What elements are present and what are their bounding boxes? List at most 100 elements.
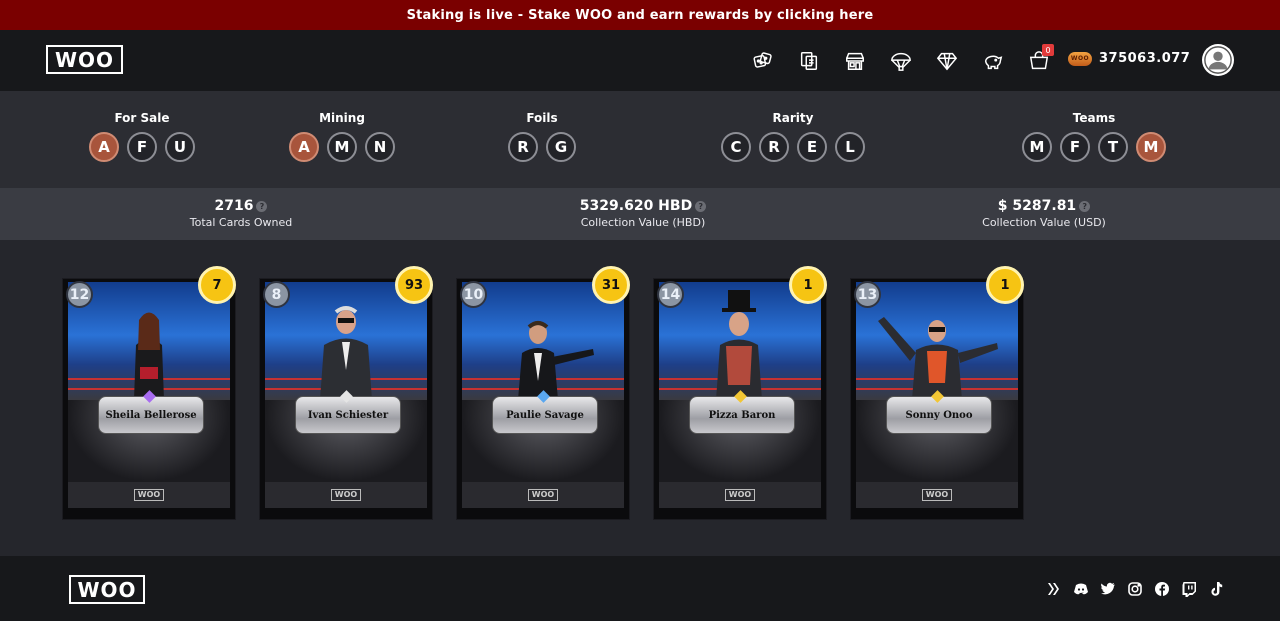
- name-plate: Pizza Baron: [689, 396, 795, 434]
- card-footer: WOO: [462, 482, 624, 508]
- instagram-icon[interactable]: [1126, 580, 1143, 597]
- filter-title: Teams: [1072, 111, 1116, 125]
- twitter-icon[interactable]: [1099, 580, 1116, 597]
- card-item[interactable]: WOO Pizza Baron 14 1: [653, 266, 827, 520]
- stat-value: 2716: [214, 198, 254, 214]
- card-footer: WOO: [265, 482, 427, 508]
- filter-mining-not-mining[interactable]: N: [365, 132, 395, 162]
- hive-icon[interactable]: [1045, 580, 1062, 597]
- header: WOO 0 WOO 375063.077: [0, 30, 1280, 91]
- stat-value: 5329.620 HBD: [579, 198, 693, 214]
- card-brand-logo: WOO: [330, 489, 362, 501]
- card-brand-logo: WOO: [133, 489, 165, 501]
- help-icon[interactable]: ?: [256, 200, 268, 212]
- card-level: 8: [263, 281, 290, 308]
- filter-rarity-common[interactable]: C: [721, 132, 751, 162]
- card-level: 14: [657, 281, 684, 308]
- card-item[interactable]: WOO Paulie Savage 10 31: [456, 266, 630, 520]
- filter-for-sale-all[interactable]: A: [89, 132, 119, 162]
- card-name: Sonny Onoo: [905, 409, 973, 421]
- woo-logo-footer[interactable]: WOO: [69, 575, 145, 604]
- filter-teams-3[interactable]: T: [1098, 132, 1128, 162]
- stat-collection-usd: $ 5287.81? Collection Value (USD): [972, 198, 1116, 229]
- name-plate: Ivan Schiester: [295, 396, 401, 434]
- wrestler-figure: [320, 306, 372, 400]
- balance-display[interactable]: WOO 375063.077: [1068, 51, 1190, 66]
- tiktok-icon[interactable]: [1207, 580, 1224, 597]
- card-item[interactable]: WOO Sheila Bellerose 12 7: [62, 266, 236, 520]
- wrestler-figure: [134, 312, 164, 400]
- filter-group-mining: Mining A M N: [289, 111, 395, 162]
- card-count-badge: 93: [395, 266, 433, 304]
- card-brand-logo: WOO: [921, 489, 953, 501]
- filter-teams-1[interactable]: M: [1022, 132, 1052, 162]
- parachute-icon[interactable]: [878, 48, 924, 74]
- piggy-bank-icon[interactable]: [970, 48, 1016, 74]
- facebook-icon[interactable]: [1153, 580, 1170, 597]
- card-footer: WOO: [856, 482, 1018, 508]
- filter-foils-regular[interactable]: R: [508, 132, 538, 162]
- woo-logo[interactable]: WOO: [46, 45, 123, 74]
- card-item[interactable]: WOO Sonny Onoo 13 1: [850, 266, 1024, 520]
- woo-coin-icon: WOO: [1068, 51, 1092, 66]
- help-icon[interactable]: ?: [1079, 200, 1091, 212]
- cards-icon[interactable]: [786, 48, 832, 74]
- card-level: 13: [854, 281, 881, 308]
- cart-count-badge: 0: [1042, 44, 1054, 56]
- wrestler-figure: [518, 321, 594, 400]
- twitch-icon[interactable]: [1180, 580, 1197, 597]
- filter-title: For Sale: [114, 111, 170, 125]
- filter-title: Rarity: [772, 111, 814, 125]
- stat-collection-hbd: 5329.620 HBD? Collection Value (HBD): [572, 198, 714, 229]
- filter-rarity-epic[interactable]: E: [797, 132, 827, 162]
- filter-group-rarity: Rarity C R E L: [721, 111, 865, 162]
- user-avatar[interactable]: [1202, 44, 1234, 76]
- footer: WOO: [0, 556, 1280, 621]
- store-icon[interactable]: [832, 48, 878, 74]
- card-footer: WOO: [659, 482, 821, 508]
- card-name: Sheila Bellerose: [105, 409, 197, 421]
- filter-mining-mining[interactable]: M: [327, 132, 357, 162]
- filter-mining-all[interactable]: A: [289, 132, 319, 162]
- social-links: [1045, 580, 1224, 597]
- card-count-badge: 1: [986, 266, 1024, 304]
- card-name: Paulie Savage: [506, 409, 584, 421]
- filter-title: Mining: [319, 111, 365, 125]
- discord-icon[interactable]: [1072, 580, 1089, 597]
- card-count-badge: 1: [789, 266, 827, 304]
- filter-group-for-sale: For Sale A F U: [89, 111, 195, 162]
- card-brand-logo: WOO: [724, 489, 756, 501]
- filter-for-sale-forsale[interactable]: F: [127, 132, 157, 162]
- card-brand-logo: WOO: [527, 489, 559, 501]
- filter-foils-gold[interactable]: G: [546, 132, 576, 162]
- filter-rarity-legendary[interactable]: L: [835, 132, 865, 162]
- filter-for-sale-unlisted[interactable]: U: [165, 132, 195, 162]
- cart-icon[interactable]: 0: [1016, 44, 1062, 74]
- card-level: 12: [66, 281, 93, 308]
- stat-label: Collection Value (USD): [982, 216, 1106, 229]
- nav-icons: 0: [740, 44, 1062, 74]
- stat-label: Total Cards Owned: [189, 216, 293, 229]
- staking-banner[interactable]: Staking is live - Stake WOO and earn rew…: [0, 0, 1280, 30]
- filter-bar: For Sale A F U Mining A M N Foils R G Ra…: [0, 91, 1280, 188]
- card-name: Ivan Schiester: [307, 409, 389, 421]
- stat-total-cards: 2716? Total Cards Owned: [180, 198, 302, 229]
- name-plate: Sonny Onoo: [886, 396, 992, 434]
- filter-title: Foils: [526, 111, 558, 125]
- dice-icon[interactable]: [740, 48, 786, 74]
- balance-value: 375063.077: [1099, 51, 1191, 66]
- stats-bar: 2716? Total Cards Owned 5329.620 HBD? Co…: [0, 188, 1280, 240]
- card-name: Pizza Baron: [708, 409, 776, 421]
- card-grid: WOO Sheila Bellerose 12 7 WOO Ivan Schie…: [62, 266, 1024, 520]
- filter-teams-2[interactable]: F: [1060, 132, 1090, 162]
- filter-rarity-rare[interactable]: R: [759, 132, 789, 162]
- stat-value: $ 5287.81: [997, 198, 1077, 214]
- card-item[interactable]: WOO Ivan Schiester 8 93: [259, 266, 433, 520]
- filter-group-foils: Foils R G: [507, 111, 577, 162]
- card-count-badge: 7: [198, 266, 236, 304]
- stat-label: Collection Value (HBD): [580, 216, 706, 229]
- help-icon[interactable]: ?: [695, 200, 707, 212]
- filter-teams-4[interactable]: M: [1136, 132, 1166, 162]
- diamond-icon[interactable]: [924, 48, 970, 74]
- filter-group-teams: Teams M F T M: [1022, 111, 1166, 162]
